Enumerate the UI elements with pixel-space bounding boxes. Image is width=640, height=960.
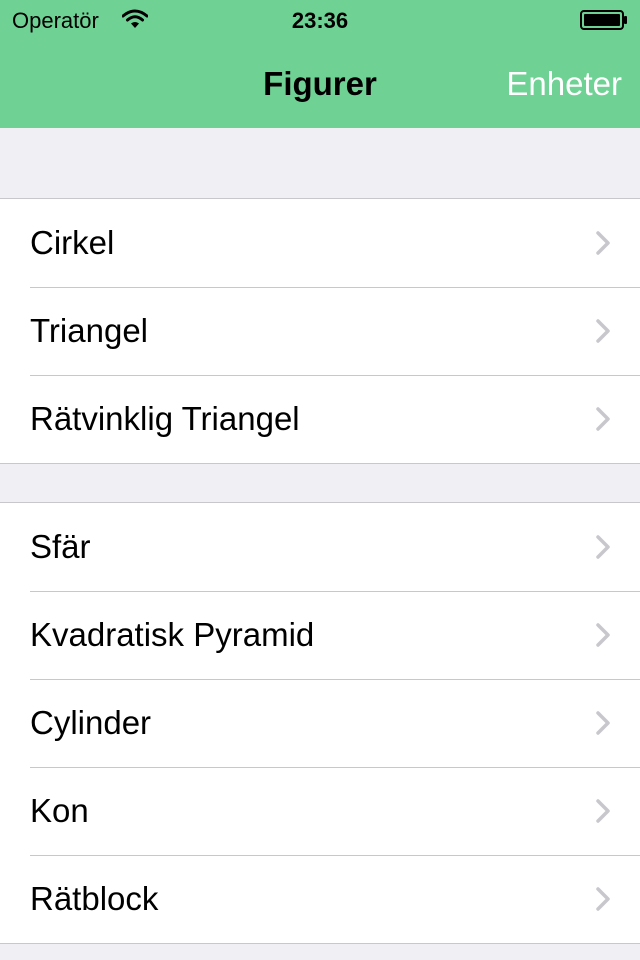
- navigation-bar: Figurer Enheter: [0, 40, 640, 128]
- chevron-right-icon: [596, 799, 610, 823]
- chevron-right-icon: [596, 319, 610, 343]
- shapes-3d-section: Sfär Kvadratisk Pyramid Cylinder Kon Rät…: [0, 502, 640, 944]
- list-item-kon[interactable]: Kon: [0, 767, 640, 855]
- list-item-ratvinklig-triangel[interactable]: Rätvinklig Triangel: [0, 375, 640, 463]
- list-item-label: Rätvinklig Triangel: [30, 400, 300, 437]
- list-item-label: Rätblock: [30, 880, 159, 917]
- list-item-sfar[interactable]: Sfär: [0, 503, 640, 591]
- battery-icon: [580, 10, 627, 30]
- list-item-label: Kon: [30, 792, 89, 829]
- list-item-label: Triangel: [30, 312, 148, 349]
- list-item-kvadratisk-pyramid[interactable]: Kvadratisk Pyramid: [0, 591, 640, 679]
- chevron-right-icon: [596, 535, 610, 559]
- list-item-cylinder[interactable]: Cylinder: [0, 679, 640, 767]
- list-item-cirkel[interactable]: Cirkel: [0, 199, 640, 287]
- chevron-right-icon: [596, 711, 610, 735]
- list-item-label: Cylinder: [30, 704, 152, 741]
- header: Operatör 23:36 Figurer Enheter: [0, 0, 640, 128]
- list-item-label: Cirkel: [30, 224, 115, 261]
- list-item-triangel[interactable]: Triangel: [0, 287, 640, 375]
- shapes-2d-section: Cirkel Triangel Rätvinklig Triangel: [0, 198, 640, 464]
- list-item-ratblock[interactable]: Rätblock: [0, 855, 640, 943]
- status-time: 23:36: [291, 8, 349, 33]
- screen: Operatör 23:36 Figurer Enheter Cirkel Tr…: [0, 0, 640, 960]
- list-item-label: Kvadratisk Pyramid: [30, 616, 315, 653]
- status-bar: Operatör 23:36: [0, 0, 640, 40]
- chevron-right-icon: [596, 407, 610, 431]
- chevron-right-icon: [596, 623, 610, 647]
- list-item-label: Sfär: [30, 528, 91, 565]
- units-button[interactable]: Enheter: [506, 40, 622, 128]
- chevron-right-icon: [596, 887, 610, 911]
- chevron-right-icon: [596, 231, 610, 255]
